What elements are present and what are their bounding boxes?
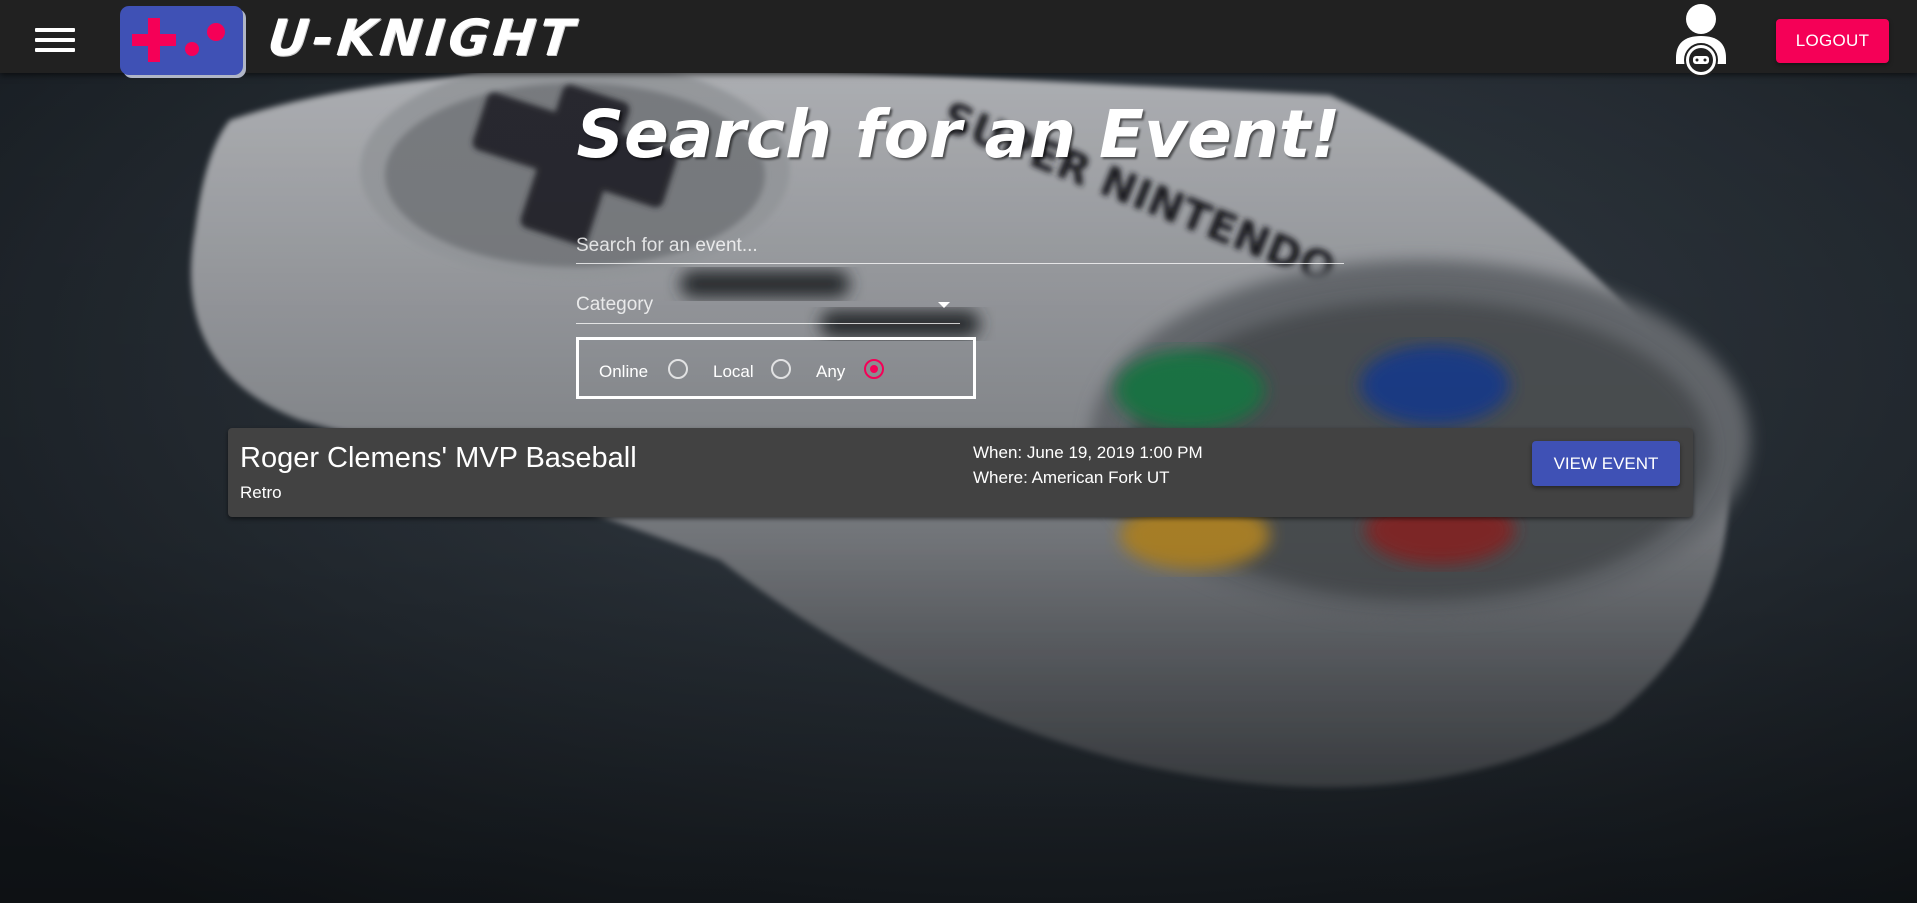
event-where: Where: American Fork UT [973,468,1170,487]
event-category: Retro [240,483,282,502]
menu-line [35,28,75,32]
logo-graphic [132,18,225,62]
radio-label-online: Online [599,362,649,381]
radio-local[interactable] [771,359,791,379]
logout-button[interactable]: LOGOUT [1776,19,1889,63]
event-title: Roger Clemens' MVP Baseball [240,442,637,474]
page-title: Search for an Event! [576,96,1341,173]
category-select[interactable]: Category [576,289,960,324]
brand-name[interactable]: U-KNIGHT [265,8,581,68]
menu-line [35,48,75,52]
radio-online[interactable] [668,359,688,379]
radio-label-local: Local [713,362,754,381]
chevron-down-icon [938,302,950,308]
event-when: When: June 19, 2019 1:00 PM [973,443,1203,462]
radio-any[interactable] [864,359,884,379]
location-filter-group: Online Local Any [576,337,976,399]
view-event-button[interactable]: VIEW EVENT [1532,441,1680,486]
search-input[interactable] [576,229,1344,264]
event-card: Roger Clemens' MVP Baseball Retro When: … [228,428,1693,517]
menu-line [35,38,75,42]
gamepad-logo-icon[interactable] [120,6,243,75]
category-label: Category [576,294,654,315]
app-bar: U-KNIGHT LOGOUT [0,0,1917,77]
hamburger-menu-icon[interactable] [32,22,78,58]
user-avatar-icon[interactable] [1668,2,1734,78]
radio-label-any: Any [816,362,846,381]
